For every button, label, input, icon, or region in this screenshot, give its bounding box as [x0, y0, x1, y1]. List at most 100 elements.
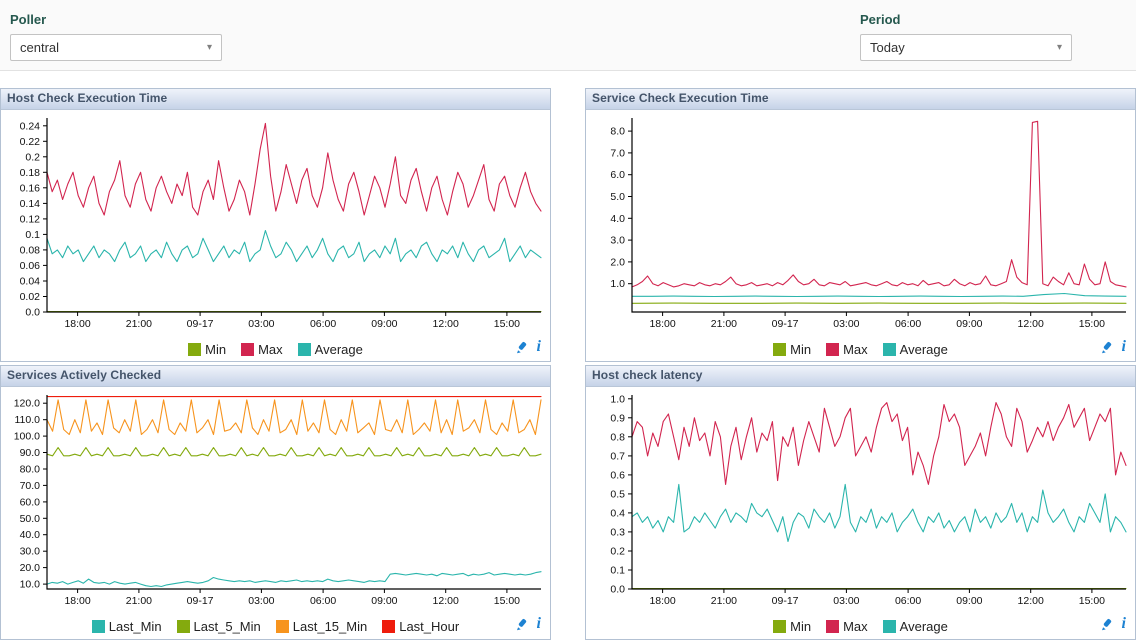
period-select[interactable]: Today ▾ [860, 34, 1072, 61]
svg-text:09-17: 09-17 [772, 595, 799, 607]
poller-label: Poller [10, 12, 222, 27]
svg-text:0.08: 0.08 [20, 244, 41, 256]
legend-label: Last_5_Min [194, 619, 261, 634]
svg-text:0.0: 0.0 [25, 307, 40, 319]
legend-item: Last_Hour [382, 619, 459, 634]
svg-text:09-17: 09-17 [187, 595, 214, 607]
chart-canvas[interactable]: 0.00.10.20.30.40.50.60.70.80.91.018:0021… [586, 387, 1135, 613]
svg-text:12:00: 12:00 [433, 595, 459, 607]
svg-text:110.0: 110.0 [15, 414, 41, 426]
svg-text:12:00: 12:00 [433, 318, 459, 330]
edit-graph-icon[interactable] [1100, 618, 1113, 631]
svg-text:30.0: 30.0 [20, 546, 41, 558]
graph-info-icon[interactable]: i [537, 616, 541, 632]
legend-swatch [883, 620, 896, 633]
svg-text:0.6: 0.6 [610, 469, 625, 481]
svg-text:03:00: 03:00 [833, 595, 859, 607]
legend-item: Last_15_Min [276, 619, 367, 634]
edit-graph-icon[interactable] [515, 618, 528, 631]
chevron-down-icon: ▾ [207, 43, 212, 53]
svg-text:09:00: 09:00 [956, 595, 982, 607]
svg-text:0.1: 0.1 [610, 565, 625, 577]
edit-graph-icon[interactable] [1100, 341, 1113, 354]
legend-label: Max [843, 619, 868, 634]
chart-canvas[interactable]: 1.02.03.04.05.06.07.08.018:0021:0009-170… [586, 110, 1135, 336]
svg-text:90.0: 90.0 [20, 447, 41, 459]
chart-canvas[interactable]: 10.020.030.040.050.060.070.080.090.0100.… [1, 387, 550, 613]
legend-item: Max [241, 342, 283, 357]
svg-text:0.24: 0.24 [20, 120, 41, 132]
svg-text:70.0: 70.0 [20, 480, 41, 492]
svg-text:18:00: 18:00 [649, 595, 675, 607]
svg-text:09:00: 09:00 [371, 595, 397, 607]
svg-text:18:00: 18:00 [649, 318, 675, 330]
legend-swatch [188, 343, 201, 356]
svg-text:03:00: 03:00 [833, 318, 859, 330]
svg-text:0.04: 0.04 [20, 276, 41, 288]
svg-text:06:00: 06:00 [895, 318, 921, 330]
legend-item: Average [298, 342, 363, 357]
svg-text:4.0: 4.0 [610, 213, 625, 225]
legend-swatch [298, 343, 311, 356]
svg-text:03:00: 03:00 [248, 318, 274, 330]
chart-canvas[interactable]: 0.00.020.040.060.080.10.120.140.160.180.… [1, 110, 550, 336]
svg-text:0.3: 0.3 [610, 526, 625, 538]
svg-text:09-17: 09-17 [772, 318, 799, 330]
period-label: Period [860, 12, 1072, 27]
svg-text:80.0: 80.0 [20, 464, 41, 476]
legend-label: Average [900, 342, 948, 357]
svg-text:0.06: 0.06 [20, 260, 41, 272]
graph-info-icon[interactable]: i [1122, 339, 1126, 355]
filter-bar: Poller central ▾ Period Today ▾ [0, 0, 1136, 71]
svg-text:15:00: 15:00 [1079, 595, 1105, 607]
legend-item: Last_Min [92, 619, 162, 634]
svg-text:09-17: 09-17 [187, 318, 214, 330]
svg-text:03:00: 03:00 [248, 595, 274, 607]
legend-swatch [241, 343, 254, 356]
svg-text:60.0: 60.0 [20, 496, 41, 508]
graph-info-icon[interactable]: i [537, 339, 541, 355]
period-filter-group: Period Today ▾ [860, 12, 1072, 61]
svg-text:8.0: 8.0 [610, 126, 625, 138]
legend-label: Average [900, 619, 948, 634]
poller-select[interactable]: central ▾ [10, 34, 222, 61]
chart-title: Host Check Execution Time [1, 89, 550, 110]
chart-legend: Min Max Average [188, 342, 363, 357]
svg-text:5.0: 5.0 [610, 191, 625, 203]
legend-swatch [276, 620, 289, 633]
legend-swatch [773, 343, 786, 356]
svg-text:06:00: 06:00 [895, 595, 921, 607]
graph-info-icon[interactable]: i [1122, 616, 1126, 632]
svg-text:3.0: 3.0 [610, 235, 625, 247]
panel-services-actively-checked: Services Actively Checked 10.020.030.040… [0, 365, 551, 640]
poller-select-value: central [20, 40, 59, 55]
legend-item: Max [826, 342, 868, 357]
legend-label: Last_15_Min [293, 619, 367, 634]
svg-text:21:00: 21:00 [126, 595, 152, 607]
legend-swatch [826, 343, 839, 356]
svg-text:1.0: 1.0 [610, 393, 625, 405]
chevron-down-icon: ▾ [1057, 43, 1062, 53]
legend-swatch [177, 620, 190, 633]
legend-label: Average [315, 342, 363, 357]
svg-text:2.0: 2.0 [610, 256, 625, 268]
chart-legend: Last_Min Last_5_Min Last_15_Min Last_Hour [92, 619, 459, 634]
svg-text:20.0: 20.0 [20, 562, 41, 574]
chart-title: Host check latency [586, 366, 1135, 387]
chart-title: Service Check Execution Time [586, 89, 1135, 110]
svg-text:0.2: 0.2 [610, 546, 625, 558]
svg-text:06:00: 06:00 [310, 318, 336, 330]
svg-text:40.0: 40.0 [20, 529, 41, 541]
chart-legend: MinMaxAverage [773, 342, 948, 357]
legend-label: Min [205, 342, 226, 357]
svg-text:0.22: 0.22 [20, 136, 41, 148]
panel-host-check-latency: Host check latency 0.00.10.20.30.40.50.6… [585, 365, 1136, 640]
panel-host-check-execution-time: Host Check Execution Time 0.00.020.040.0… [0, 88, 551, 362]
svg-text:18:00: 18:00 [64, 595, 90, 607]
legend-item: Max [826, 619, 868, 634]
edit-graph-icon[interactable] [515, 341, 528, 354]
svg-text:09:00: 09:00 [956, 318, 982, 330]
legend-swatch [826, 620, 839, 633]
svg-text:0.1: 0.1 [25, 229, 40, 241]
poller-filter-group: Poller central ▾ [10, 12, 222, 61]
